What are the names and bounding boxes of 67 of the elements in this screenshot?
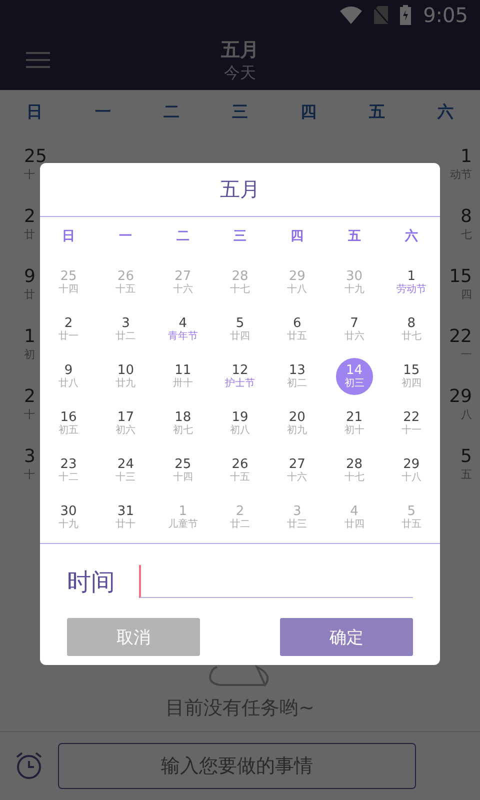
weekday-label: 三 (232, 102, 248, 123)
calendar-day[interactable]: 26 十五 (221, 452, 258, 489)
calendar-day[interactable]: 20 初九 (278, 405, 316, 442)
day-number: 1 (24, 327, 36, 347)
calendar-day[interactable]: 29 十八 (392, 452, 430, 489)
task-input-field[interactable]: 输入您要做的事情 (58, 743, 416, 789)
calendar-day[interactable]: 1 劳动节 (392, 264, 430, 301)
day-number: 22 (449, 327, 472, 347)
calendar-day[interactable]: 11 卅十 (164, 358, 202, 395)
weekday-label: 六 (438, 102, 454, 123)
calendar-day[interactable]: 2 廿一 (50, 311, 88, 348)
weekday-label: 三 (233, 228, 246, 245)
wifi-icon (340, 6, 362, 24)
calendar-day[interactable]: 30 十九 (50, 499, 88, 536)
day-number: 15 (449, 267, 472, 287)
day-number: 29 (449, 387, 472, 407)
confirm-button[interactable]: 确定 (280, 618, 413, 656)
weekday-label: 五 (369, 102, 386, 123)
calendar-day[interactable]: 19 初八 (221, 405, 258, 442)
calendar-day[interactable]: 18 初七 (164, 405, 202, 442)
weekday-label: 二 (176, 228, 190, 245)
weekday-label: 二 (163, 102, 180, 123)
calendar-day[interactable]: 7 廿六 (336, 311, 373, 348)
app-title: 五月 (221, 38, 259, 62)
dialog-title: 五月 (220, 176, 260, 203)
calendar-day[interactable]: 8 廿七 (392, 311, 430, 348)
calendar-day[interactable]: 4 青年节 (164, 311, 202, 348)
day-number: 5 (460, 447, 472, 467)
no-sim-icon (374, 6, 388, 24)
calendar-day[interactable]: 17 初六 (107, 405, 144, 442)
day-number: 2 (24, 207, 36, 227)
calendar-day[interactable]: 12 护士节 (221, 358, 258, 395)
day-number: 8 (460, 207, 472, 227)
calendar-day[interactable]: 31 廿十 (107, 499, 144, 536)
battery-charging-icon (400, 5, 412, 25)
status-time: 9:05 (423, 3, 468, 27)
weekday-label: 日 (62, 228, 76, 245)
weekday-label: 一 (94, 102, 111, 123)
calendar-day[interactable]: 21 初十 (336, 405, 373, 442)
day-number: 2 (24, 387, 36, 407)
alarm-clock-icon[interactable] (14, 751, 44, 781)
weekday-label: 四 (290, 228, 304, 245)
calendar-day[interactable]: 25 十四 (164, 452, 202, 489)
calendar-day[interactable]: 13 初二 (278, 358, 316, 395)
calendar-day[interactable]: 23 十二 (50, 452, 88, 489)
calendar-day[interactable]: 6 廿五 (278, 311, 316, 348)
calendar-day[interactable]: 16 初五 (50, 405, 88, 442)
calendar-day[interactable]: 9 廿八 (50, 358, 88, 395)
day-number: 3 (24, 447, 36, 467)
calendar-day[interactable]: 28 十七 (336, 452, 373, 489)
weekday-label: 六 (404, 228, 418, 245)
calendar-day[interactable]: 15 初四 (392, 358, 430, 395)
calendar-day[interactable]: 10 廿九 (107, 358, 144, 395)
time-label: 时间 (67, 567, 115, 598)
menu-icon[interactable] (26, 52, 50, 68)
calendar-day[interactable]: 5 廿四 (221, 311, 258, 348)
weekday-label: 四 (300, 102, 317, 123)
weekday-label: 日 (26, 102, 42, 123)
calendar-day[interactable]: 3 廿二 (107, 311, 144, 348)
day-number: 25 (24, 147, 47, 167)
calendar-day[interactable]: 27 十六 (278, 452, 316, 489)
weekday-label: 一 (119, 228, 132, 245)
day-number: 1 (460, 147, 472, 167)
day-number: 9 (24, 267, 36, 287)
weekday-label: 五 (348, 228, 361, 245)
calendar-day[interactable]: 22 十一 (392, 405, 430, 442)
calendar-day[interactable]: 24 十三 (107, 452, 144, 489)
